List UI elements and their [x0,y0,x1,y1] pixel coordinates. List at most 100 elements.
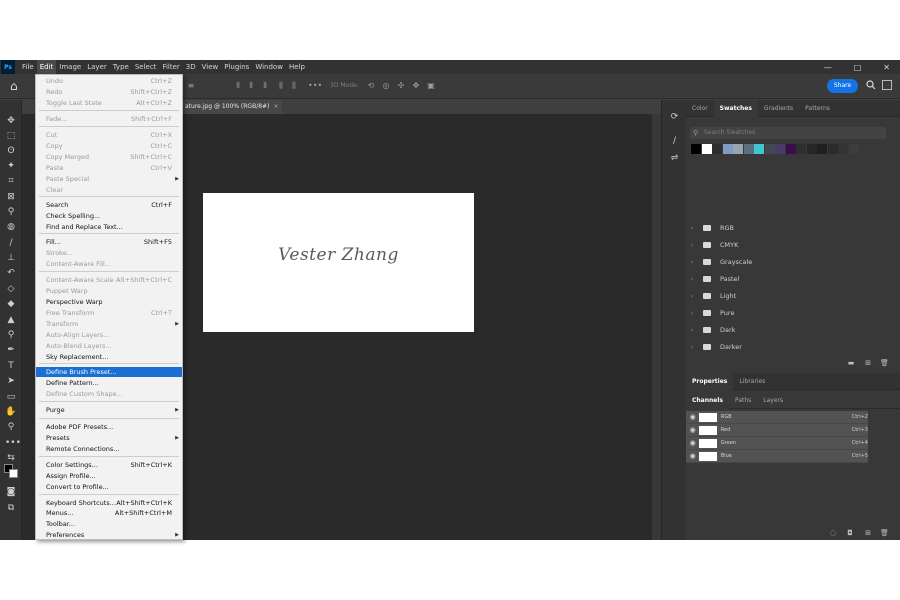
menu-item-perspective-warp[interactable]: Perspective Warp [36,297,182,307]
menu-item-content-aware-scale[interactable]: Content-Aware Scale Alt+Shift+Ctrl+C [36,275,182,285]
menu-item-search[interactable]: Search Ctrl+F [36,200,182,210]
channel-row-blue[interactable]: ◉ Blue Ctrl+5 [686,450,868,463]
pen-tool-icon[interactable]: ✒ [5,344,17,356]
hand-tool-icon[interactable]: ✋ [5,406,17,418]
color-swatch[interactable] [838,144,848,154]
menu-item-copy-merged[interactable]: Copy Merged Shift+Ctrl+C [36,152,182,162]
menu-item-presets[interactable]: Presets ▶ [36,433,182,443]
path-selection-tool-icon[interactable]: ➤ [5,375,17,387]
menu-item-toggle-last-state[interactable]: Toggle Last State Alt+Ctrl+Z [36,98,182,108]
frame-tool-icon[interactable]: ⊠ [5,191,17,203]
menu-item-color-settings[interactable]: Color Settings... Shift+Ctrl+K [36,460,182,470]
menu-item-purge[interactable]: Purge ▶ [36,405,182,415]
swatch-folder-darker[interactable]: › Darker [691,341,891,353]
menu-type[interactable]: Type [110,60,132,74]
color-swatch[interactable] [722,144,733,154]
channel-row-green[interactable]: ◉ Green Ctrl+4 [686,437,868,450]
load-selection-icon[interactable]: ◌ [829,529,837,537]
lasso-tool-icon[interactable]: ʘ [5,145,17,157]
align-left-icon[interactable]: ⫴ [233,81,243,91]
menu-item-convert-to-profile[interactable]: Convert to Profile... [36,482,182,492]
background-color-swatch[interactable] [9,469,18,478]
tab-patterns[interactable]: Patterns [799,100,836,117]
menu-item-clear[interactable]: Clear [36,185,182,195]
tab-paths[interactable]: Paths [729,392,757,409]
menu-item-cut[interactable]: Cut Ctrl+X [36,130,182,140]
stamp-tool-icon[interactable]: ⊥ [5,252,17,264]
chevron-right-icon[interactable]: › [691,344,699,351]
screen-mode-icon[interactable]: ⧉ [5,502,17,514]
chevron-right-icon[interactable]: › [691,225,699,232]
menu-item-paste[interactable]: Paste Ctrl+V [36,163,182,173]
eye-icon[interactable]: ◉ [686,413,699,421]
document-tab[interactable]: ature.jpg @ 100% (RGB/8#) × [182,100,282,114]
channel-row-red[interactable]: ◉ Red Ctrl+3 [686,424,868,437]
menu-item-transform[interactable]: Transform ▶ [36,319,182,329]
trash-icon[interactable]: 🗑 [880,359,889,367]
eye-icon[interactable]: ◉ [686,426,699,434]
drag-3d-icon[interactable]: ✣ [396,81,406,91]
color-swatch[interactable] [817,144,827,154]
eye-icon[interactable]: ◉ [686,439,699,447]
paint-bucket-tool-icon[interactable]: ◆ [5,298,17,310]
scale-3d-icon[interactable]: ▣ [426,81,436,91]
color-swatch[interactable] [754,144,764,154]
save-selection-icon[interactable]: ◘ [846,529,854,537]
type-tool-icon[interactable]: T [5,360,17,372]
eraser-tool-icon[interactable]: ◇ [5,283,17,295]
marquee-tool-icon[interactable]: ⬚ [5,130,17,142]
blur-tool-icon[interactable]: ▲ [5,314,17,326]
menu-item-assign-profile[interactable]: Assign Profile... [36,471,182,481]
menu-plugins[interactable]: Plugins [221,60,252,74]
menu-item-define-brush-preset[interactable]: Define Brush Preset... [36,367,182,377]
color-swatch[interactable] [796,144,806,154]
menu-item-adobe-pdf-presets[interactable]: Adobe PDF Presets... [36,422,182,432]
menu-item-find-and-replace-text[interactable]: Find and Replace Text... [36,222,182,232]
tab-channels[interactable]: Channels [686,391,729,409]
zoom-tool-icon[interactable]: ⚲ [5,421,17,433]
align-middle-icon[interactable]: ⫼ [289,81,299,91]
chevron-right-icon[interactable]: › [691,259,699,266]
tab-color[interactable]: Color [686,100,714,117]
swatch-folder-light[interactable]: › Light [691,290,891,302]
swatch-folder-grayscale[interactable]: › Grayscale [691,256,891,268]
menu-filter[interactable]: Filter [159,60,182,74]
swatch-folder-rgb[interactable]: › RGB [691,222,891,234]
menu-help[interactable]: Help [286,60,308,74]
menu-item-define-custom-shape[interactable]: Define Custom Shape... [36,389,182,399]
tab-gradients[interactable]: Gradients [758,100,799,117]
menu-3d[interactable]: 3D [183,60,199,74]
menu-item-fill[interactable]: Fill... Shift+F5 [36,237,182,247]
align-icon[interactable]: ≡ [186,81,196,91]
minimize-icon[interactable]: — [824,63,832,72]
healing-brush-tool-icon[interactable]: ◍ [5,221,17,233]
share-button[interactable]: Share [827,79,858,93]
menu-item-menus[interactable]: Menus... Alt+Shift+Ctrl+M [36,508,182,518]
tab-swatches[interactable]: Swatches [713,99,758,117]
menu-item-remote-connections[interactable]: Remote Connections... [36,444,182,454]
menu-item-check-spelling[interactable]: Check Spelling... [36,211,182,221]
swatch-folder-cmyk[interactable]: › CMYK [691,239,891,251]
swatch-folder-pure[interactable]: › Pure [691,307,891,319]
new-swatch-icon[interactable]: ⊞ [864,359,872,367]
menu-item-define-pattern[interactable]: Define Pattern... [36,378,182,388]
history-panel-icon[interactable]: ⟳ [669,112,680,123]
document-image[interactable]: Vester Zhang [203,193,474,332]
swatch-folder-pastel[interactable]: › Pastel [691,273,891,285]
canvas-scrollbar[interactable] [652,114,661,540]
menu-layer[interactable]: Layer [84,60,110,74]
shape-tool-icon[interactable]: ▭ [5,391,17,403]
swatch-folder-dark[interactable]: › Dark [691,324,891,336]
menu-item-paste-special[interactable]: Paste Special ▶ [36,174,182,184]
close-icon[interactable]: ✕ [883,63,890,72]
color-swatch[interactable] [827,144,838,154]
menu-item-puppet-warp[interactable]: Puppet Warp [36,286,182,296]
menu-window[interactable]: Window [252,60,286,74]
menu-item-auto-blend-layers[interactable]: Auto-Blend Layers... [36,341,182,351]
close-tab-icon[interactable]: × [273,103,278,110]
crop-tool-icon[interactable]: ⌗ [5,175,17,187]
edit-toolbar-icon[interactable]: ••• [5,437,21,449]
adjustments-panel-icon[interactable]: ⇌ [669,153,680,164]
more-options-icon[interactable]: ••• [308,81,322,91]
home-icon[interactable]: ⌂ [10,80,23,93]
